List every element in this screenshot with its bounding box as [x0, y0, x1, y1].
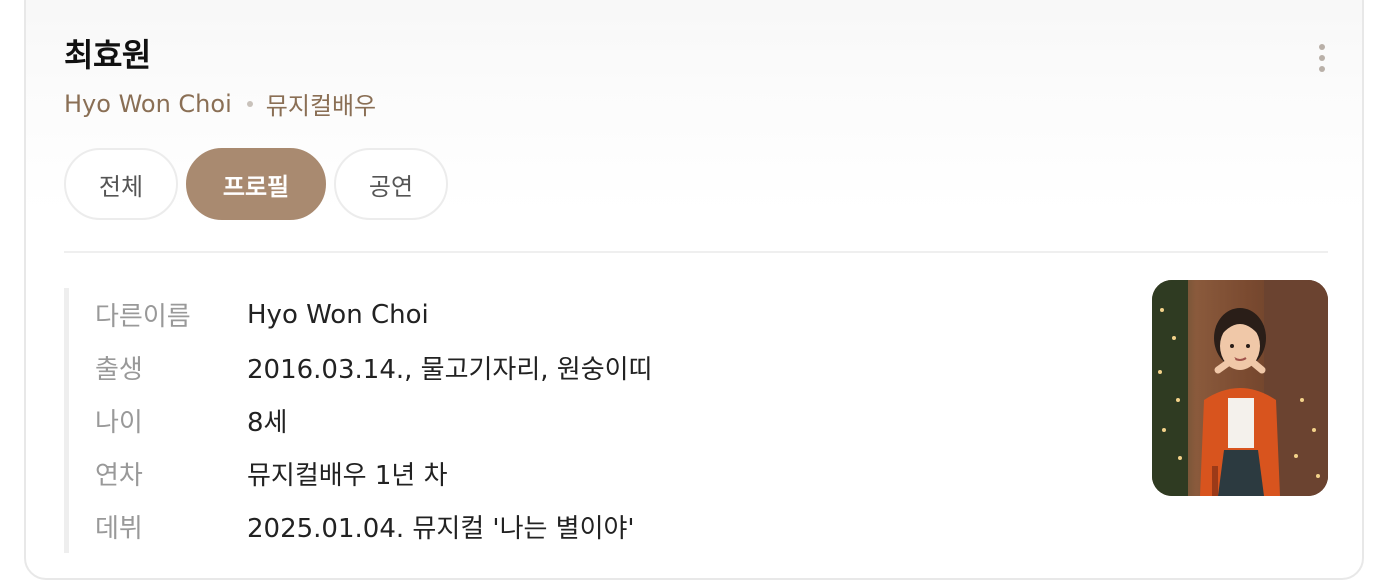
separator-dot	[246, 100, 253, 107]
more-options-button[interactable]	[1310, 40, 1334, 76]
profile-info-list: 다른이름 Hyo Won Choi 출생 2016.03.14., 물고기자리,…	[64, 288, 795, 553]
info-label: 출생	[95, 355, 143, 385]
tab-performances[interactable]: 공연	[334, 148, 448, 220]
info-row-debut: 데뷔 2025.01.04. 뮤지컬 '나는 별이야'	[95, 500, 795, 553]
info-value: 8세	[247, 408, 288, 438]
profile-card: 최효원 Hyo Won Choi 뮤지컬배우 전체 프로필 공연 다른이름 Hy…	[24, 0, 1364, 580]
info-row-career-years: 연차 뮤지컬배우 1년 차	[95, 447, 795, 500]
info-value: 2016.03.14., 물고기자리, 원숭이띠	[247, 355, 653, 385]
info-label: 나이	[95, 408, 143, 438]
profile-photo[interactable]	[1152, 280, 1328, 496]
more-vertical-icon	[1319, 44, 1325, 50]
info-label: 다른이름	[95, 302, 191, 332]
info-value: Hyo Won Choi	[247, 299, 429, 330]
info-value: 뮤지컬배우 1년 차	[247, 461, 448, 491]
info-row-age: 나이 8세	[95, 394, 795, 447]
tab-profile[interactable]: 프로필	[186, 148, 326, 220]
tab-all[interactable]: 전체	[64, 148, 178, 220]
info-row-birth: 출생 2016.03.14., 물고기자리, 원숭이띠	[95, 341, 795, 394]
info-label: 데뷔	[95, 514, 143, 544]
english-name: Hyo Won Choi	[64, 89, 232, 118]
profile-name: 최효원	[64, 36, 151, 74]
profile-subtitle: Hyo Won Choi 뮤지컬배우	[64, 86, 376, 121]
info-label: 연차	[95, 461, 143, 491]
occupation: 뮤지컬배우	[265, 92, 377, 120]
info-value: 2025.01.04. 뮤지컬 '나는 별이야'	[247, 514, 635, 544]
info-row-alias: 다른이름 Hyo Won Choi	[95, 288, 795, 341]
more-vertical-icon-dot	[1319, 66, 1325, 72]
profile-photo-image	[1152, 280, 1328, 496]
more-vertical-icon-dot	[1319, 55, 1325, 61]
tab-bar: 전체 프로필 공연	[64, 148, 448, 220]
section-divider	[64, 251, 1328, 253]
